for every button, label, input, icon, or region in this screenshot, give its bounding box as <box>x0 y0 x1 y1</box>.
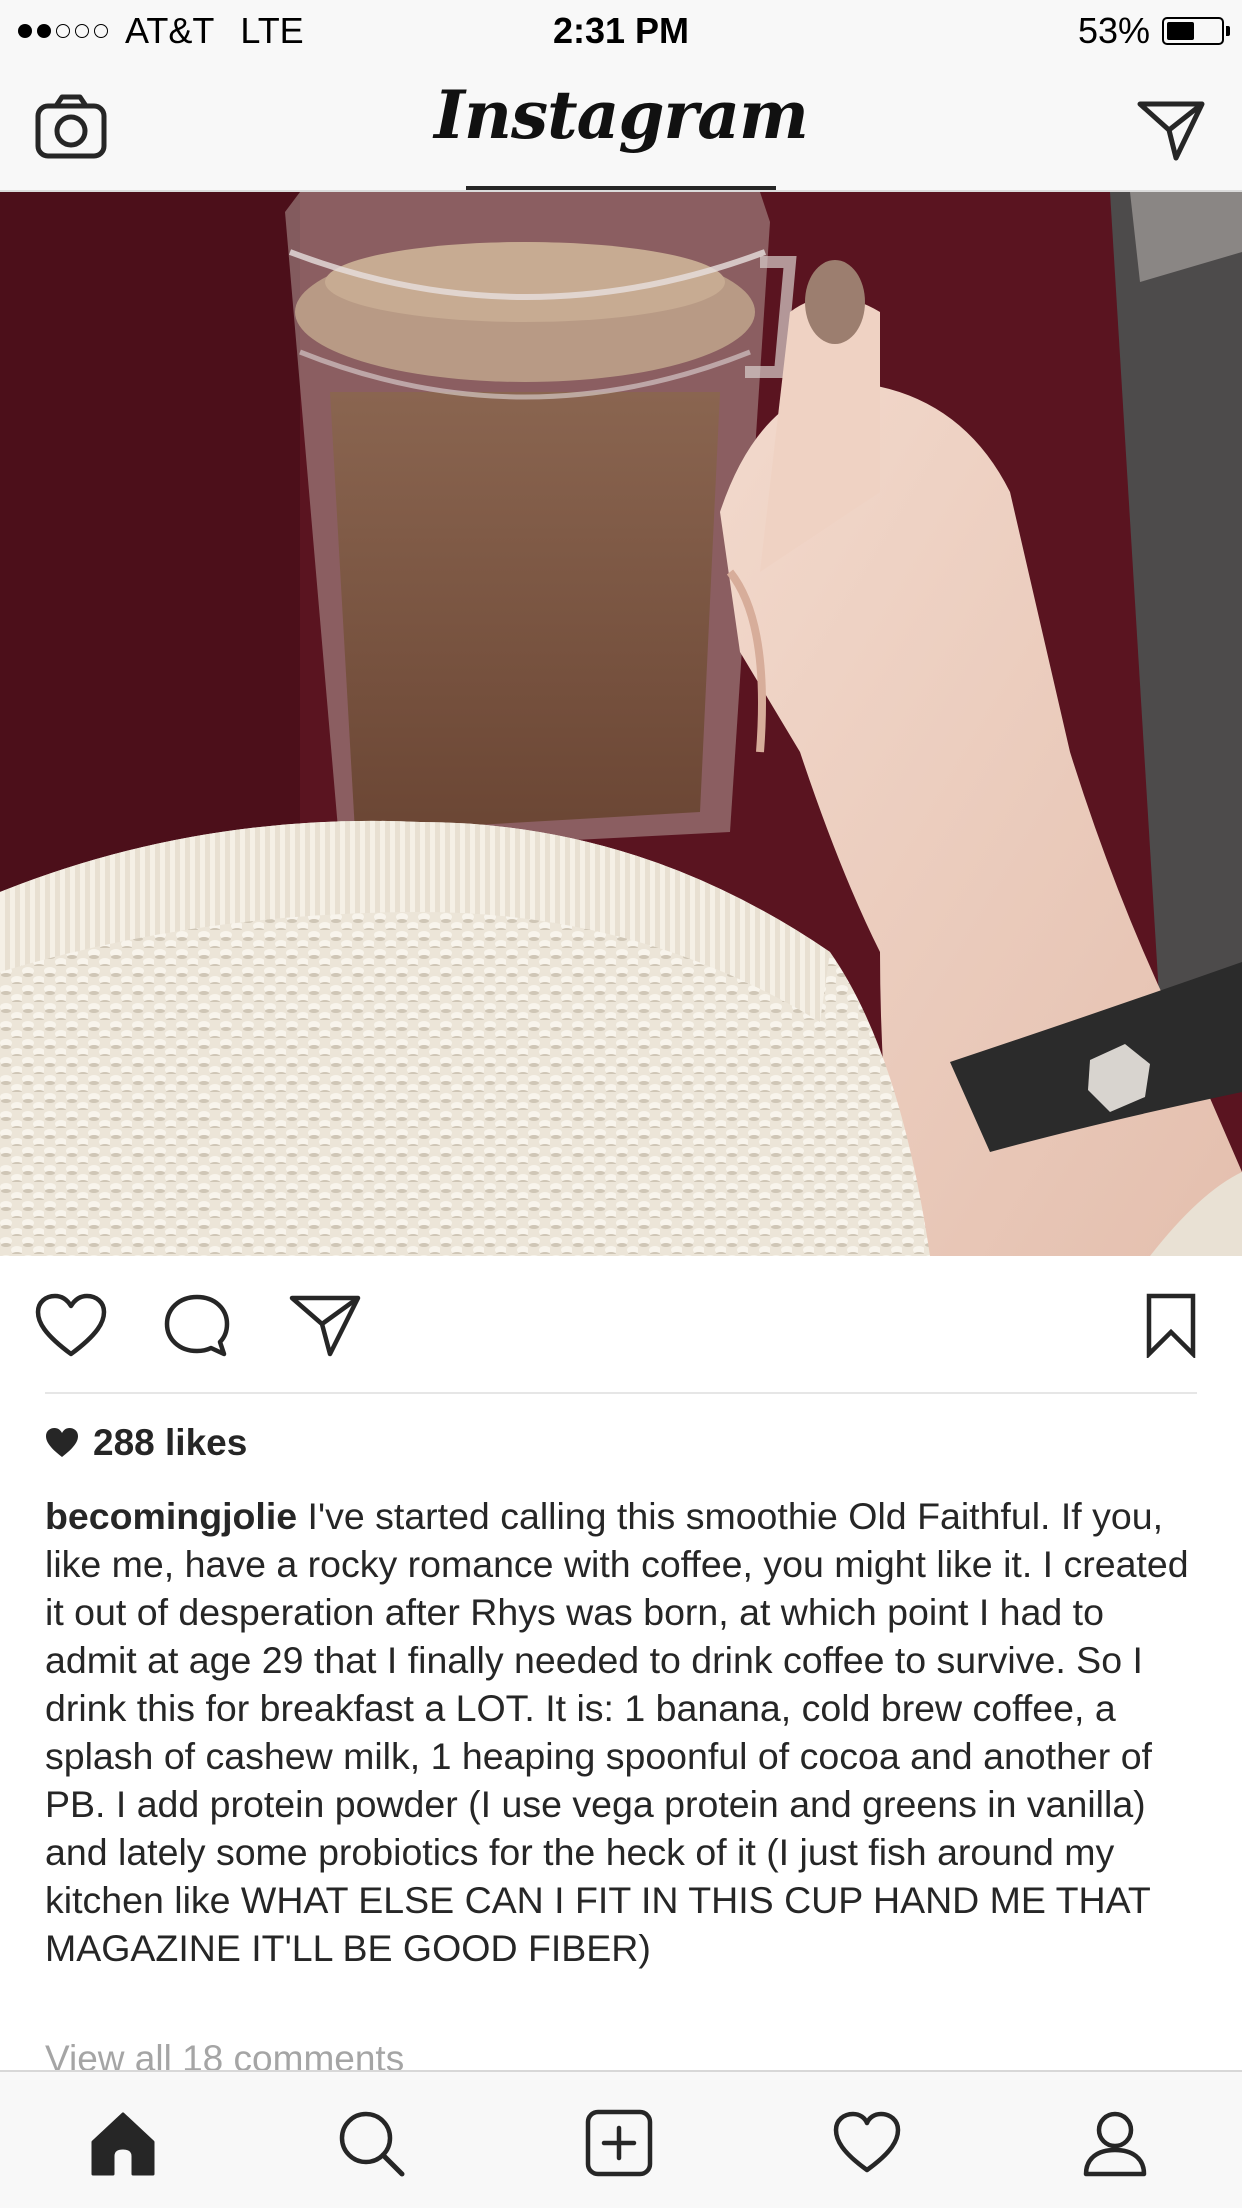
battery-fill <box>1167 22 1194 40</box>
likes-label: 288 likes <box>93 1422 248 1463</box>
battery-icon <box>1162 17 1230 45</box>
post-photo[interactable] <box>0 192 1242 1256</box>
post-actions <box>0 1256 1242 1392</box>
divider <box>45 1392 1197 1394</box>
share-icon[interactable] <box>288 1292 362 1358</box>
app-title: Instagram <box>434 76 809 154</box>
heart-icon[interactable] <box>34 1292 108 1358</box>
caption-username[interactable]: becomingjolie <box>45 1495 297 1537</box>
small-heart-icon <box>46 1428 78 1457</box>
tab-bar <box>0 2070 1242 2208</box>
comment-icon[interactable] <box>162 1292 232 1358</box>
likes-count[interactable]: 288 likes <box>45 1422 247 1464</box>
home-icon[interactable] <box>88 2108 158 2178</box>
title-underline <box>466 186 776 190</box>
post-caption: becomingjolie I've started calling this … <box>45 1492 1205 1972</box>
battery-tip <box>1226 26 1230 36</box>
profile-icon[interactable] <box>1080 2108 1150 2178</box>
bookmark-icon[interactable] <box>1144 1292 1198 1360</box>
add-post-icon[interactable] <box>584 2108 654 2178</box>
status-right: 53% <box>1077 10 1230 52</box>
search-icon[interactable] <box>336 2108 406 2178</box>
activity-icon[interactable] <box>832 2108 902 2178</box>
status-time: 2:31 PM <box>552 10 690 51</box>
status-bar: AT&T LTE 2:31 PM 53% <box>0 0 1242 62</box>
caption-text: I've started calling this smoothie Old F… <box>45 1495 1189 1969</box>
direct-message-icon[interactable] <box>1136 98 1206 162</box>
battery-percent: 53% <box>1077 10 1150 51</box>
nav-bar: Instagram <box>0 62 1242 192</box>
